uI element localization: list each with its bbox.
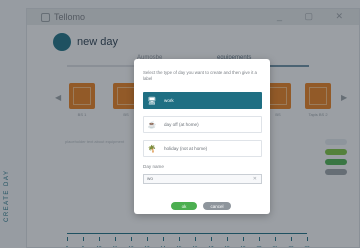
option-day-off[interactable]: ☕ day off (at home) (143, 116, 262, 133)
option-label: holiday (not at home) (164, 146, 208, 151)
option-holiday[interactable]: 🌴 holiday (not at home) (143, 140, 262, 157)
clear-icon[interactable]: ✕ (253, 175, 257, 183)
option-label: day off (at home) (164, 122, 199, 127)
palm-tree-icon: 🌴 (147, 145, 157, 153)
ok-button[interactable]: ok (171, 202, 197, 210)
day-name-input[interactable]: wo ✕ (143, 174, 262, 184)
monitor-icon: 🖥 (147, 97, 157, 105)
option-work[interactable]: 🖥 work (143, 92, 262, 109)
day-name-label: Day name (143, 164, 164, 169)
day-type-dialog: Select the type of day you want to creat… (134, 59, 270, 214)
option-label: work (164, 98, 174, 103)
day-name-value: wo (147, 176, 153, 181)
cancel-button[interactable]: cancel (203, 202, 231, 210)
coffee-icon: ☕ (147, 121, 157, 129)
dialog-prompt: Select the type of day you want to creat… (143, 70, 257, 81)
